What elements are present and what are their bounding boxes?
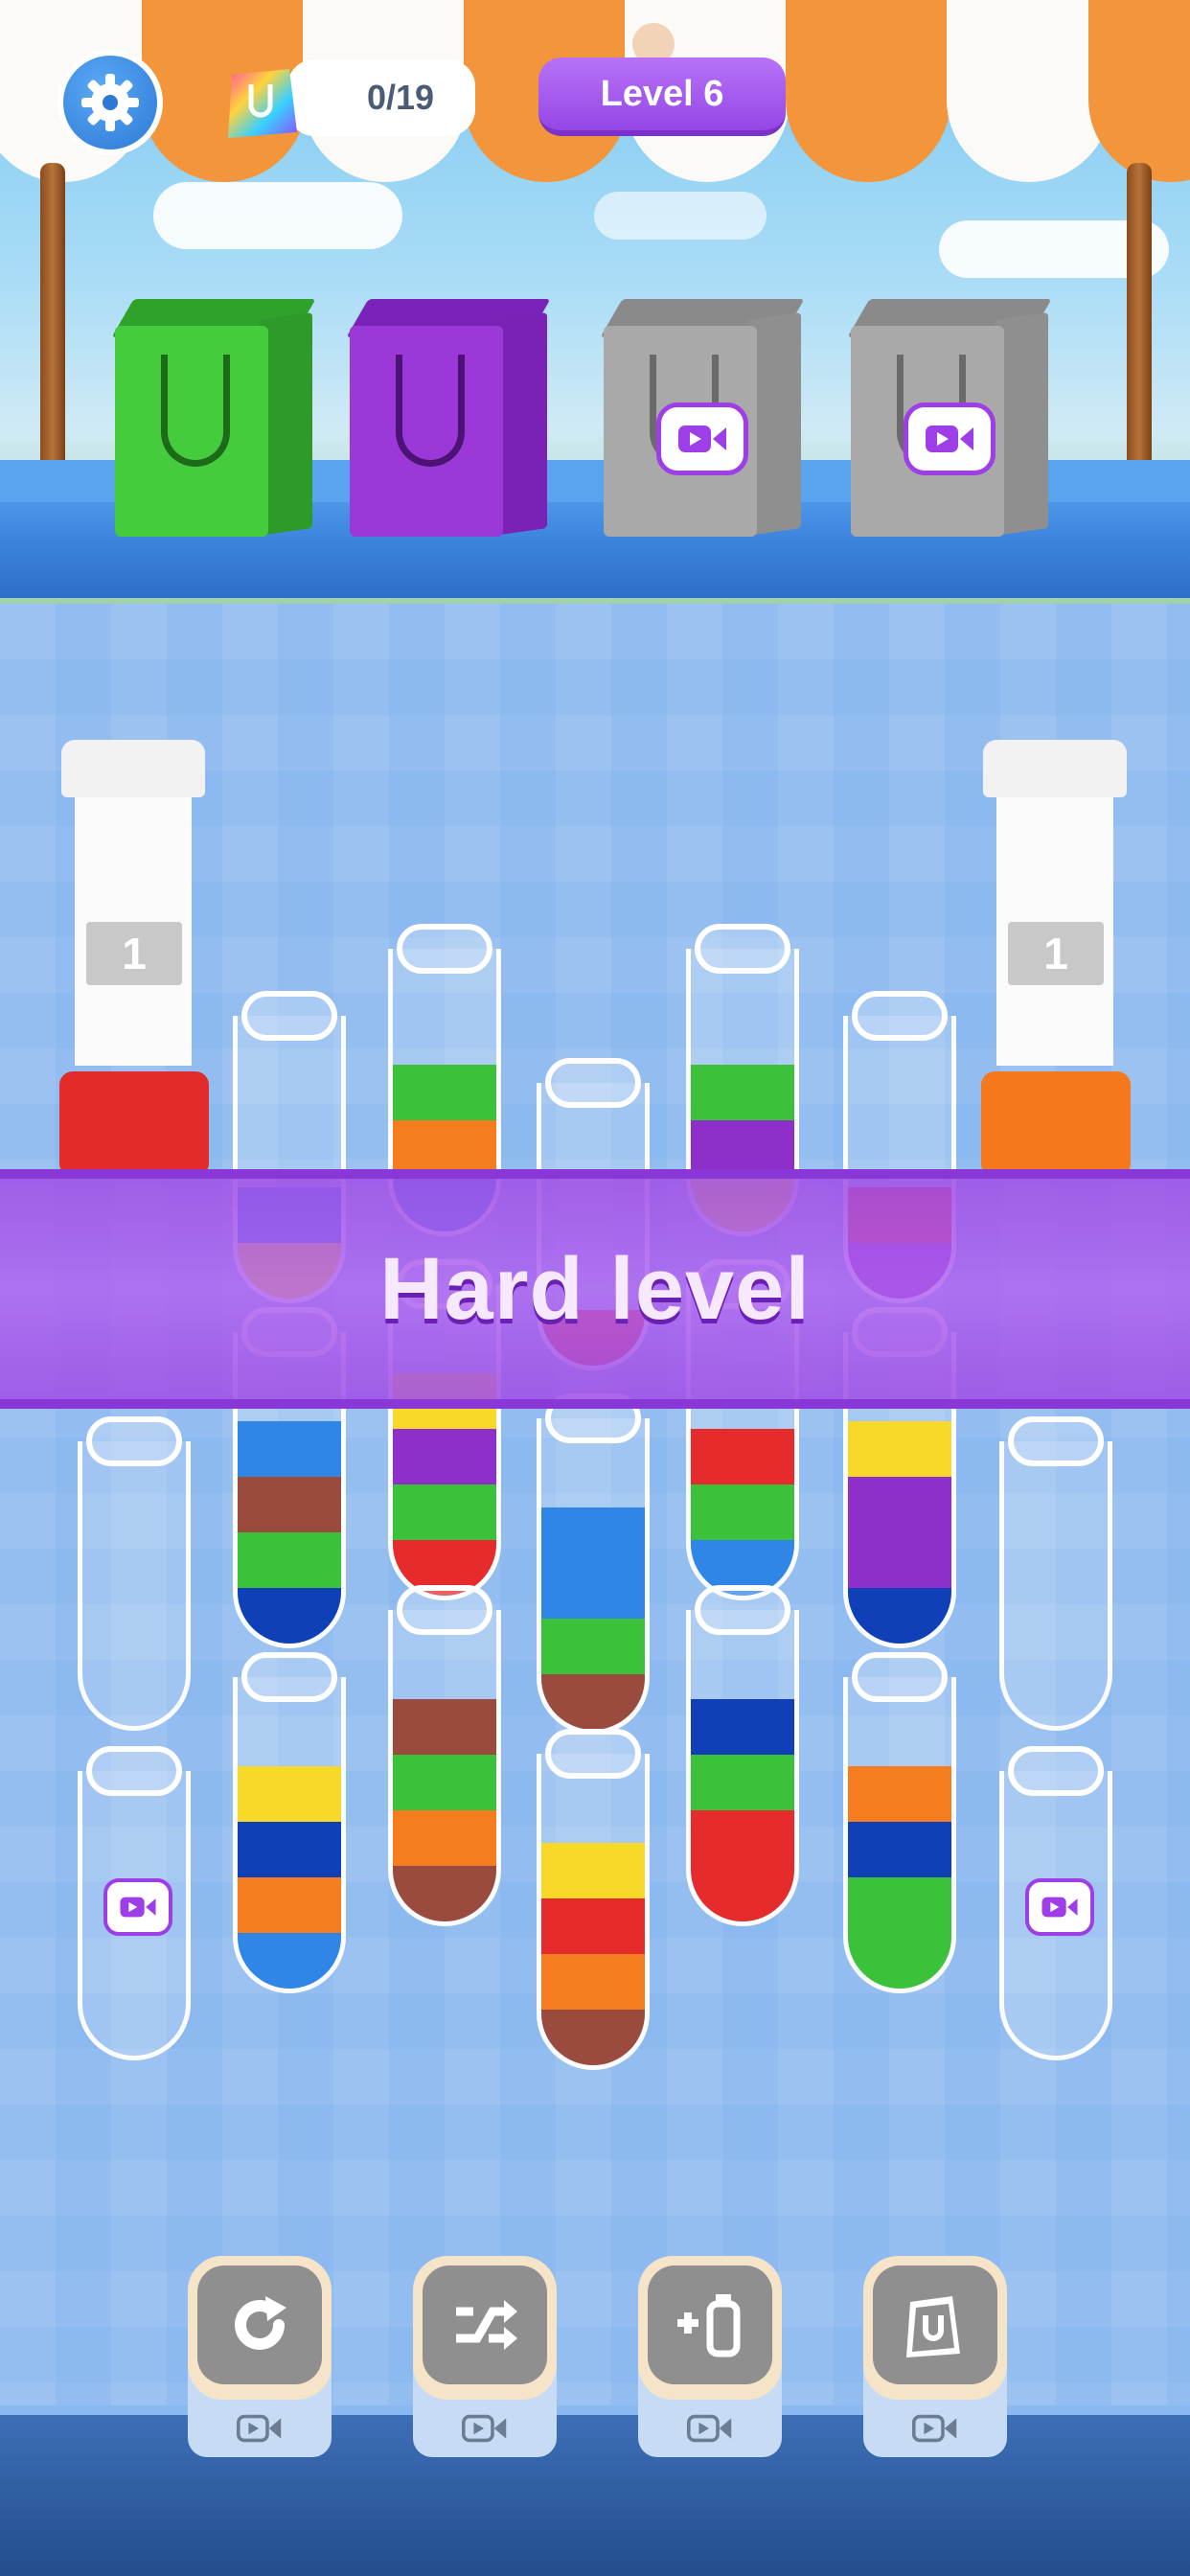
- undo-icon: [235, 2296, 286, 2350]
- color-tube[interactable]: [537, 1418, 650, 1735]
- liquid-layer-navy: [691, 1699, 794, 1755]
- cloud: [153, 182, 402, 249]
- liquid-layer-purple: [691, 1120, 794, 1176]
- liquid-layer-orange: [238, 1877, 341, 1933]
- add-bag-button[interactable]: [863, 2256, 1007, 2457]
- video-ad-icon[interactable]: [904, 402, 995, 475]
- liquid-layer-red: [691, 1429, 794, 1484]
- difficulty-banner: Hard level: [0, 1169, 1190, 1409]
- liquid-layer-navy: [238, 1588, 341, 1644]
- shopping-bag-green[interactable]: [111, 288, 316, 537]
- video-ad-icon[interactable]: [1025, 1878, 1094, 1936]
- liquid-layer-blue: [541, 1563, 645, 1619]
- stand-count: 1: [1008, 922, 1104, 985]
- shopping-bag-locked[interactable]: [600, 288, 805, 537]
- liquid-layer-purple: [848, 1532, 951, 1588]
- liquid-layer-yellow: [541, 1843, 645, 1898]
- liquid-layer-yellow: [238, 1766, 341, 1822]
- liquid-layer-brown: [541, 2010, 645, 2065]
- locked-empty-tube[interactable]: [999, 1771, 1112, 2060]
- color-tube[interactable]: [843, 1677, 956, 1993]
- liquid-layer-brown: [393, 1866, 496, 1921]
- shopping-bag-purple[interactable]: [346, 288, 551, 537]
- liquid-layer-red: [691, 1866, 794, 1921]
- empty-tube[interactable]: [999, 1441, 1112, 1731]
- liquid-layer-blue: [238, 1933, 341, 1989]
- stall-pole: [40, 163, 65, 508]
- video-ad-icon[interactable]: [656, 402, 748, 475]
- liquid-layer-brown: [393, 1699, 496, 1755]
- liquid-layer-red: [691, 1810, 794, 1866]
- liquid-layer-blue: [541, 1507, 645, 1563]
- stall-pole: [1127, 163, 1152, 508]
- liquid-layer-green: [393, 1065, 496, 1120]
- awning-stripe: [1088, 0, 1190, 182]
- color-tube[interactable]: [537, 1754, 650, 2070]
- liquid-layer-navy: [848, 1588, 951, 1644]
- liquid-layer-brown: [541, 1674, 645, 1730]
- rainbow-bag-icon: [218, 56, 305, 144]
- liquid-layer-green: [238, 1532, 341, 1588]
- add-tube-button[interactable]: [638, 2256, 782, 2457]
- video-ad-icon: [902, 2409, 969, 2448]
- banner-text: Hard level: [379, 1239, 811, 1338]
- liquid-layer-brown: [238, 1477, 341, 1532]
- bag-progress-text: 0/19: [366, 78, 435, 117]
- bag-icon: [906, 2296, 960, 2358]
- locked-stand[interactable]: 1: [61, 740, 205, 1066]
- color-tube[interactable]: [388, 1610, 501, 1926]
- video-ad-icon: [676, 2409, 744, 2448]
- gift-box-red[interactable]: [59, 1071, 209, 1177]
- level-badge: Level 6: [538, 58, 786, 136]
- video-ad-icon: [226, 2409, 293, 2448]
- liquid-layer-purple: [848, 1477, 951, 1532]
- gear-icon: [81, 74, 139, 131]
- color-tube[interactable]: [686, 1610, 799, 1926]
- video-ad-icon: [451, 2409, 518, 2448]
- awning-stripe: [786, 0, 950, 182]
- liquid-layer-purple: [393, 1429, 496, 1484]
- video-ad-icon[interactable]: [103, 1878, 172, 1936]
- shuffle-button[interactable]: [413, 2256, 557, 2457]
- liquid-layer-green: [691, 1065, 794, 1120]
- liquid-layer-green: [393, 1484, 496, 1540]
- awning-stripe: [947, 0, 1111, 182]
- liquid-layer-green: [691, 1755, 794, 1810]
- liquid-layer-green: [848, 1933, 951, 1989]
- locked-empty-tube[interactable]: [78, 1771, 191, 2060]
- liquid-layer-green: [393, 1755, 496, 1810]
- shopping-bag-locked[interactable]: [847, 288, 1052, 537]
- bottom-bar: [0, 2415, 1190, 2576]
- add-tube-icon: [677, 2294, 741, 2358]
- empty-tube[interactable]: [78, 1441, 191, 1731]
- locked-stand[interactable]: 1: [983, 740, 1127, 1066]
- stand-count: 1: [86, 922, 182, 985]
- cloud: [594, 192, 767, 240]
- color-tube[interactable]: [233, 1677, 346, 1993]
- undo-button[interactable]: [188, 2256, 332, 2457]
- shuffle-icon: [456, 2300, 517, 2350]
- level-label: Level 6: [600, 73, 724, 114]
- liquid-layer-orange: [541, 1954, 645, 2010]
- liquid-layer-green: [848, 1877, 951, 1933]
- liquid-layer-blue: [238, 1421, 341, 1477]
- liquid-layer-green: [691, 1484, 794, 1540]
- liquid-layer-red: [541, 1898, 645, 1954]
- liquid-layer-navy: [848, 1822, 951, 1877]
- gift-box-orange[interactable]: [981, 1071, 1131, 1177]
- bag-progress-counter: 0/19: [287, 59, 475, 136]
- liquid-layer-orange: [393, 1120, 496, 1176]
- liquid-layer-yellow: [848, 1421, 951, 1477]
- settings-button[interactable]: [57, 50, 163, 155]
- liquid-layer-orange: [393, 1810, 496, 1866]
- liquid-layer-orange: [848, 1766, 951, 1822]
- liquid-layer-green: [541, 1619, 645, 1674]
- liquid-layer-navy: [238, 1822, 341, 1877]
